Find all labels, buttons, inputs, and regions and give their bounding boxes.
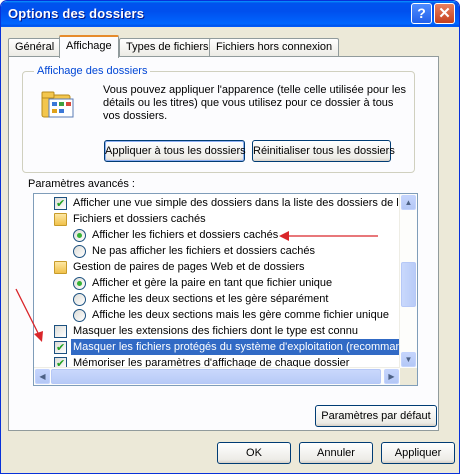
annotation-arrows bbox=[15, 231, 378, 342]
folder-options-dialog: Options des dossiers ? ✕ Général Afficha… bbox=[0, 0, 460, 474]
tab-affichage[interactable]: Affichage bbox=[59, 35, 119, 58]
red-arrow-icon bbox=[15, 288, 43, 342]
red-arrow-icon bbox=[279, 231, 378, 241]
